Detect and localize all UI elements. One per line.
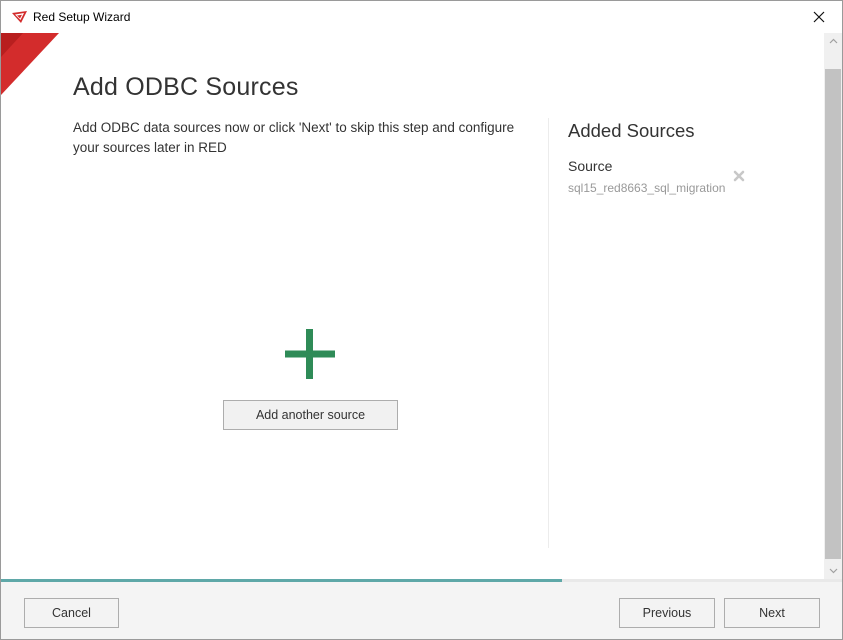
plus-icon[interactable] [285,329,335,379]
setup-wizard-window: Red Setup Wizard Add ODBC Sources Add OD… [0,0,843,640]
scroll-up-button[interactable] [824,33,842,49]
panel-divider [548,118,549,548]
close-icon [813,11,825,23]
add-source-button[interactable]: Add another source [223,400,398,430]
remove-icon[interactable] [733,170,745,182]
source-value: sql15_red8663_sql_migration [568,181,726,195]
cancel-button[interactable]: Cancel [24,598,119,628]
previous-button[interactable]: Previous [619,598,715,628]
chevron-up-icon [829,38,837,44]
chevron-down-icon [829,568,837,574]
added-sources-title: Added Sources [568,120,695,141]
page-description: Add ODBC data sources now or click 'Next… [73,120,515,155]
scroll-thumb[interactable] [825,69,841,559]
footer-bar: Cancel Previous Next [1,582,842,639]
title-bar: Red Setup Wizard [1,1,842,33]
source-label: Source [568,158,613,174]
page-title: Add ODBC Sources [73,73,299,101]
vertical-scrollbar[interactable] [824,33,842,579]
next-button[interactable]: Next [724,598,820,628]
close-button[interactable] [796,1,842,33]
content-area: Add ODBC Sources Add ODBC data sources n… [1,33,824,579]
scroll-down-button[interactable] [824,563,842,579]
red-corner-banner [1,33,59,95]
window-title: Red Setup Wizard [33,10,131,24]
red-logo-icon [12,11,27,23]
